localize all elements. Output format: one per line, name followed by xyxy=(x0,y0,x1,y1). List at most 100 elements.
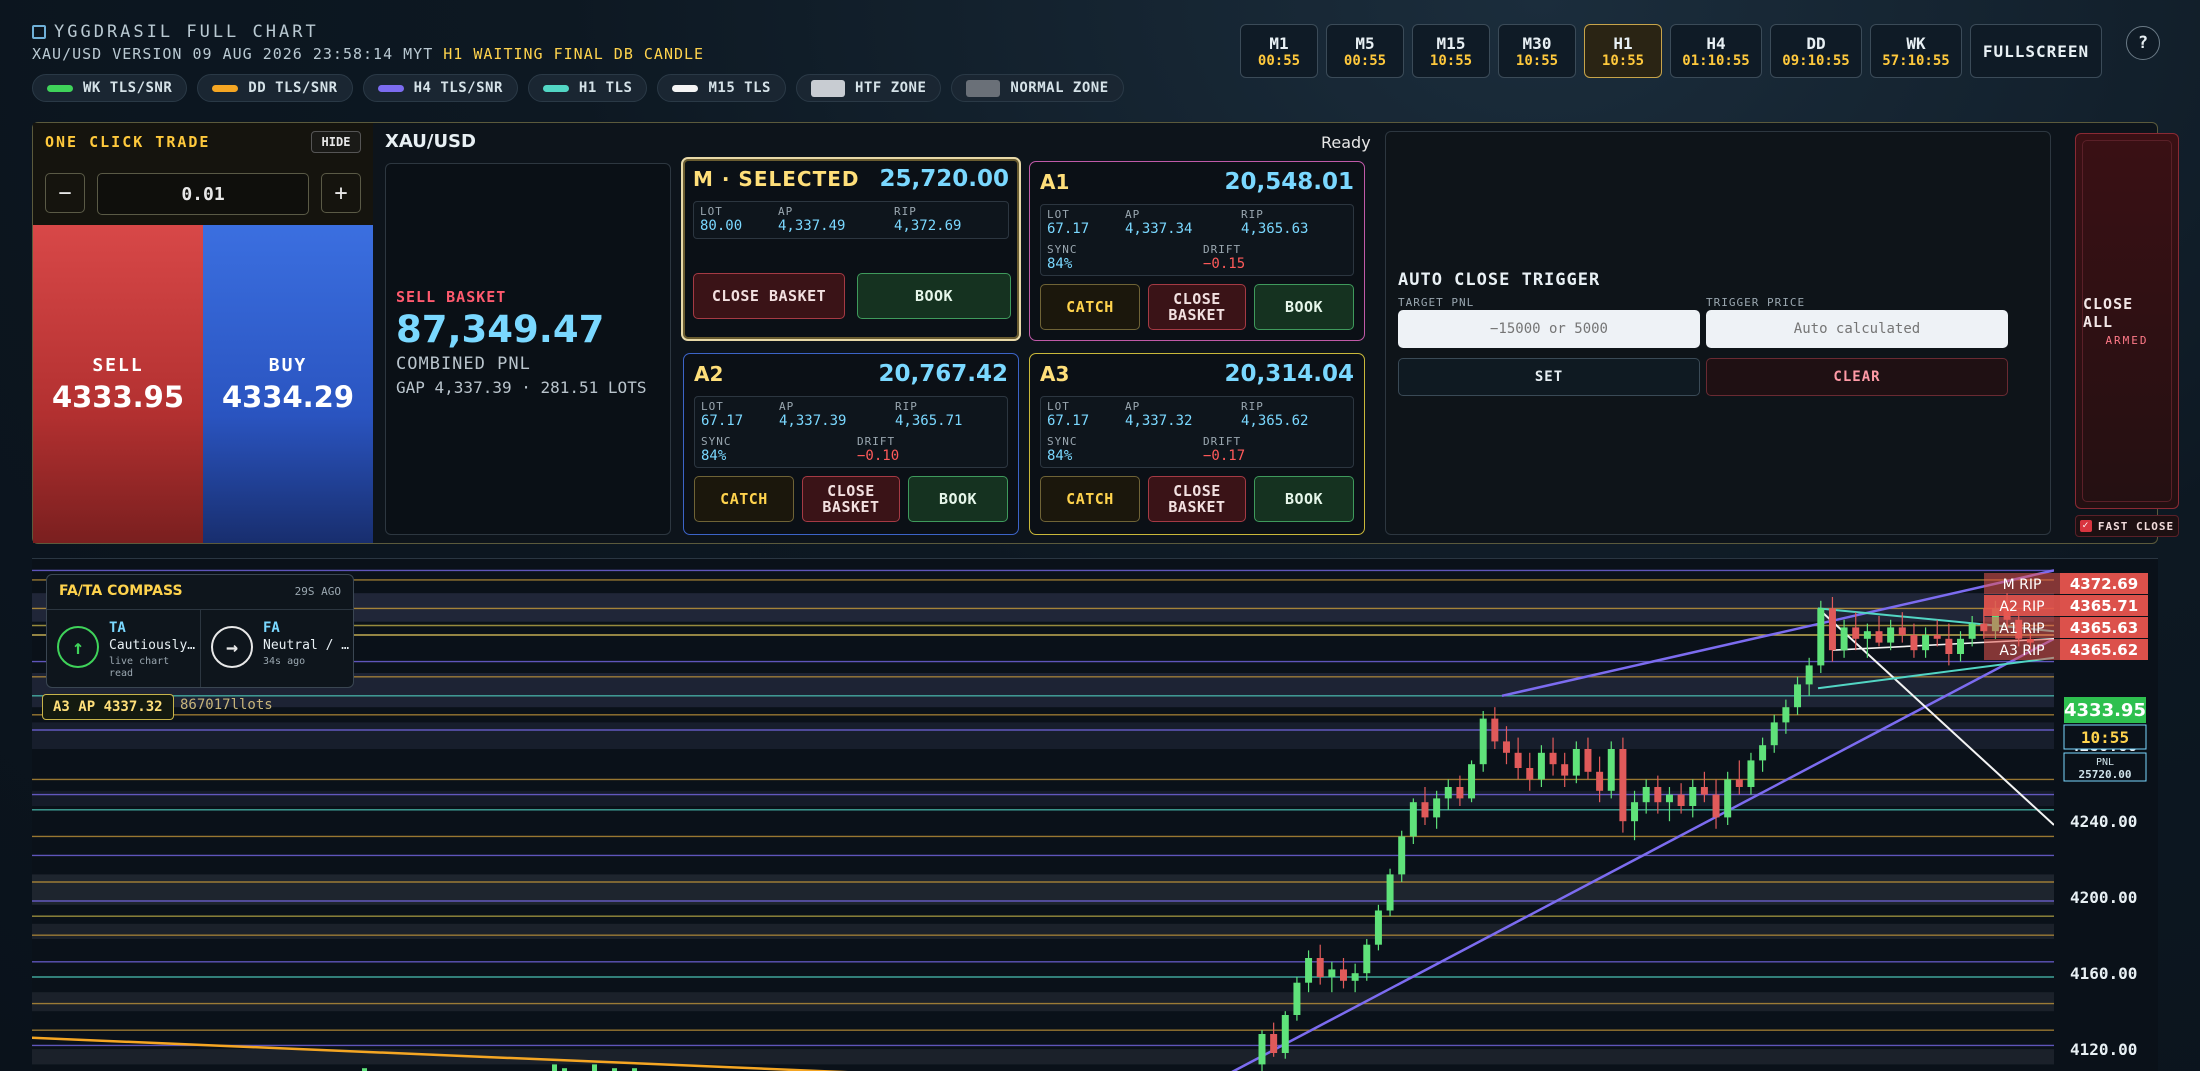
candle-body xyxy=(1759,745,1767,761)
pnl-label: PNL xyxy=(2096,757,2114,768)
fa-name: FA xyxy=(263,620,280,636)
checkbox-square-icon xyxy=(32,25,46,39)
ta-name: TA xyxy=(109,620,126,636)
legend-item[interactable]: H4 TLS/SNR xyxy=(362,74,518,102)
candle-body xyxy=(1747,760,1755,787)
lot-decrease-button[interactable]: − xyxy=(45,173,85,213)
stat-value: −0.10 xyxy=(857,448,900,464)
target-pnl-label: TARGET PNL xyxy=(1398,296,1475,309)
lot-increase-button[interactable]: + xyxy=(321,173,361,213)
book-button[interactable]: BOOK xyxy=(908,476,1008,522)
timeframe-m30[interactable]: M30 10:55 xyxy=(1498,24,1576,78)
close-basket-button[interactable]: CLOSE BASKET xyxy=(1148,284,1246,330)
sell-button[interactable]: SELL 4333.95 xyxy=(33,225,203,543)
legend-swatch xyxy=(810,79,845,97)
stat-value: 4,365.71 xyxy=(895,413,963,429)
close-all-button[interactable]: CLOSE ALL ARMED xyxy=(2075,133,2179,509)
stat-value: 67.17 xyxy=(1047,413,1090,429)
stat-value: 84% xyxy=(701,448,727,464)
account-card-m[interactable]: M · SELECTED 25,720.00 LOT 80.00 AP 4,337.… xyxy=(681,157,1021,341)
stat-drift: DRIFT −0.17 xyxy=(1203,435,1245,464)
candle-body xyxy=(1433,798,1441,818)
candle-body xyxy=(1619,749,1627,822)
close-basket-button[interactable]: CLOSE BASKET xyxy=(802,476,900,522)
candle-body xyxy=(1537,752,1545,780)
candle-body xyxy=(1502,741,1510,753)
timeframe-timer: 57:10:55 xyxy=(1882,52,1950,69)
candle-body xyxy=(1689,787,1697,806)
buy-button[interactable]: BUY 4334.29 xyxy=(203,225,373,543)
stat-key: LOT xyxy=(1047,208,1070,221)
timeframe-timer: 09:10:55 xyxy=(1782,52,1850,69)
book-button[interactable]: BOOK xyxy=(1254,284,1354,330)
legend-item[interactable]: WK TLS/SNR xyxy=(32,74,188,102)
book-button[interactable]: BOOK xyxy=(857,273,1011,319)
candle-body xyxy=(1631,802,1639,822)
stat-key: DRIFT xyxy=(857,435,896,448)
candle-body xyxy=(1712,794,1720,818)
candle-body xyxy=(1468,764,1476,799)
account-stats: LOT 80.00 AP 4,337.49 RIP 4,372.69 xyxy=(693,201,1009,239)
trigger-price-input[interactable] xyxy=(1706,310,2008,348)
legend-item[interactable]: DD TLS/SNR xyxy=(197,74,353,102)
target-pnl-input[interactable] xyxy=(1398,310,1700,348)
timeframe-h4[interactable]: H4 01:10:55 xyxy=(1670,24,1762,78)
timeframe-name: M15 xyxy=(1436,33,1466,53)
legend-label: HTF ZONE xyxy=(854,80,927,96)
fast-close-checkbox[interactable]: ✓ xyxy=(2079,520,2092,532)
lot-size-input[interactable] xyxy=(97,173,309,215)
sell-basket-value: 87,349.47 xyxy=(396,308,605,351)
book-button[interactable]: BOOK xyxy=(1254,476,1354,522)
stat-key: LOT xyxy=(701,400,724,413)
legend-item[interactable]: H1 TLS xyxy=(527,74,648,102)
current-price-value: 4333.95 xyxy=(2064,700,2146,721)
legend-item[interactable]: HTF ZONE xyxy=(795,74,942,102)
stat-rip: RIP 4,365.62 xyxy=(1241,400,1308,429)
timeframe-m5[interactable]: M5 00:55 xyxy=(1326,24,1404,78)
hide-button[interactable]: HIDE xyxy=(311,131,361,153)
fast-close-toggle[interactable]: ✓ FAST CLOSE xyxy=(2075,515,2179,537)
fullscreen-button[interactable]: FULLSCREEN xyxy=(1970,24,2102,78)
candle-body xyxy=(1665,794,1673,803)
zone-band xyxy=(32,923,2054,939)
timeframe-m1[interactable]: M1 00:55 xyxy=(1240,24,1318,78)
stat-value: 4,337.49 xyxy=(778,218,846,234)
price-tick-label: 4240.00 xyxy=(2070,812,2137,831)
help-button[interactable]: ? xyxy=(2126,26,2160,60)
account-card-a2[interactable]: A2 20,767.42 LOT 67.17 AP 4,337.39 RIP 4,36… xyxy=(683,353,1019,535)
ta-note: live chart read xyxy=(109,656,170,679)
catch-button[interactable]: CATCH xyxy=(1040,284,1140,330)
stat-key: SYNC xyxy=(1047,243,1078,256)
account-card-a1[interactable]: A1 20,548.01 LOT 67.17 AP 4,337.34 RIP 4,36… xyxy=(1029,161,1365,341)
legend-label: NORMAL ZONE xyxy=(1010,80,1109,96)
timeframe-dd[interactable]: DD 09:10:55 xyxy=(1770,24,1862,78)
legend-item[interactable]: M15 TLS xyxy=(657,74,786,102)
legend-item[interactable]: NORMAL ZONE xyxy=(951,74,1124,102)
timeframe-m15[interactable]: M15 10:55 xyxy=(1412,24,1490,78)
close-basket-button[interactable]: CLOSE BASKET xyxy=(693,273,845,319)
timeframe-wk[interactable]: WK 57:10:55 xyxy=(1870,24,1962,78)
account-pnl: 20,314.04 xyxy=(1224,361,1355,387)
timeframe-h1[interactable]: H1 10:55 xyxy=(1584,24,1662,78)
candle-body xyxy=(592,1064,597,1071)
price-tick-label: 4160.00 xyxy=(2070,964,2137,983)
account-card-a3[interactable]: A3 20,314.04 LOT 67.17 AP 4,337.32 RIP 4,36… xyxy=(1029,353,1365,535)
catch-button[interactable]: CATCH xyxy=(694,476,794,522)
close-basket-button[interactable]: CLOSE BASKET xyxy=(1148,476,1246,522)
stat-key: RIP xyxy=(895,400,918,413)
set-button[interactable]: SET xyxy=(1398,358,1700,396)
candle-body xyxy=(1968,623,1976,639)
candle-body xyxy=(1305,958,1313,983)
compass-ta: ↑ TA Cautiously… live chart read xyxy=(47,609,201,687)
timeframe-timer: 10:55 xyxy=(1515,52,1559,69)
compass-fa: → FA Neutral / … 34s ago xyxy=(201,609,353,687)
stat-lot: LOT 80.00 xyxy=(700,205,742,234)
stat-rip: RIP 4,365.71 xyxy=(895,400,962,429)
candle-body xyxy=(1316,958,1324,977)
clear-button[interactable]: CLEAR xyxy=(1706,358,2008,396)
candle-body xyxy=(1444,787,1452,799)
stat-rip: RIP 4,372.69 xyxy=(894,205,961,234)
candle-body xyxy=(1363,944,1371,974)
catch-button[interactable]: CATCH xyxy=(1040,476,1140,522)
candle-status-text: H1 WAITING FINAL DB CANDLE xyxy=(443,45,705,63)
